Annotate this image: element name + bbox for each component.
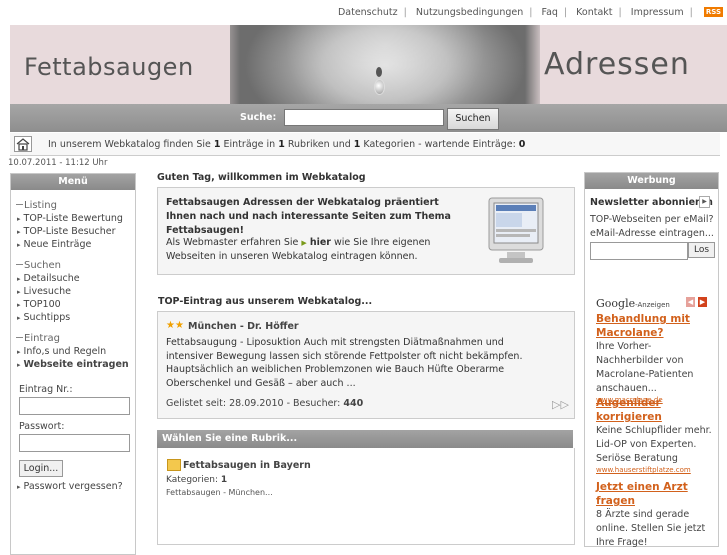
more-icon[interactable]: ▷▷ [552, 398, 569, 411]
ads-next-icon[interactable]: ▶ [698, 297, 707, 307]
search-input[interactable] [284, 109, 444, 126]
entry-nr-label: Eintrag Nr.: [19, 384, 73, 395]
werbung-header: Werbung [585, 173, 718, 189]
top-entry-meta: Gelistet seit: 28.09.2010 - Besucher: 44… [166, 398, 364, 409]
entry-nr-input[interactable] [19, 397, 130, 415]
site-title-left: Fettabsaugen [24, 53, 194, 81]
rubrik-header: Wählen Sie eine Rubrik... [157, 430, 573, 448]
info-bar: In unserem Webkatalog finden Sie 1 Eintr… [10, 133, 720, 156]
login-button[interactable]: Login... [19, 460, 63, 477]
greeting: Guten Tag, willkommen im Webkatalog [157, 172, 366, 183]
menu-item-top-besucher[interactable]: ▸ TOP-Liste Besucher [17, 226, 135, 237]
rating-stars: ★★ [166, 320, 184, 331]
menu-item-detailsuche[interactable]: ▸ Detailsuche [17, 273, 135, 284]
menu-group-suchen: Suchen [16, 260, 135, 271]
rubrik-subcategory[interactable]: Fettabsaugen - München... [166, 488, 273, 497]
home-icon[interactable] [14, 136, 32, 152]
rubrik-categories: Kategorien: 1 [166, 475, 228, 485]
menu-item-webseite-eintragen[interactable]: ▸ Webseite eintragen [17, 359, 135, 370]
ad-desc: Ihre Vorher-Nachherbilder von Macrolane-… [596, 341, 694, 394]
menu-header: Menü [11, 174, 135, 190]
ad-title[interactable]: Augenlider korrigieren [596, 396, 713, 424]
link-faq[interactable]: Faq [541, 7, 557, 18]
ad-desc: 8 Ärzte sind gerade online. Stellen Sie … [596, 509, 706, 548]
ad-item: Jetzt einen Arzt fragen 8 Ärzte sind ger… [596, 480, 713, 550]
forgot-password-link[interactable]: ▸ Passwort vergessen? [17, 481, 135, 492]
menu-group-eintrag: Eintrag [16, 333, 135, 344]
site-title-right: Adressen [544, 47, 690, 82]
top-entry-description: Fettabsaugung - Liposuktion Auch mit str… [166, 337, 523, 389]
link-nutzungsbedingungen[interactable]: Nutzungsbedingungen [416, 7, 523, 18]
search-bar: Suche: Suchen [10, 104, 727, 132]
datetime: 10.07.2011 - 11:12 Uhr [8, 158, 108, 168]
arrow-icon: ▶ [301, 239, 307, 247]
menu-item-neue-eintraege[interactable]: ▸ Neue Einträge [17, 239, 135, 250]
top-links: Datenschutz | Nutzungsbedingungen | Faq | K… [337, 7, 723, 18]
link-kontakt[interactable]: Kontakt [576, 7, 612, 18]
ad-title[interactable]: Behandlung mit Macrolane? [596, 312, 713, 340]
newsletter-arrow-icon[interactable]: ▶ [699, 196, 710, 208]
folder-icon [167, 459, 181, 471]
password-input[interactable] [19, 434, 130, 452]
newsletter-submit-button[interactable]: Los [688, 242, 715, 258]
monitor-icon [488, 197, 544, 263]
intro-box: Fettabsaugen Adressen der Webkatalog prä… [157, 187, 575, 275]
ad-desc: Keine Schlupflider mehr. Lid-OP von Expe… [596, 425, 712, 464]
rubrik-box: Fettabsaugen in Bayern Kategorien: 1 Fet… [157, 448, 575, 545]
rss-icon[interactable]: RSS [703, 7, 723, 17]
intro-text: Als Webmaster erfahren Sie ▶ hier wie Si… [166, 237, 431, 262]
menu-group-listing: Listing [16, 200, 135, 211]
newsletter-email-input[interactable] [590, 242, 688, 260]
intro-link-hier[interactable]: hier [310, 237, 331, 248]
newsletter-text: TOP-Webseiten per eMail? eMail-Adresse e… [590, 214, 714, 239]
menu-item-infos-regeln[interactable]: ▸ Info,s und Regeln [17, 346, 135, 357]
catalog-stats: In unserem Webkatalog finden Sie 1 Eintr… [48, 139, 526, 150]
link-datenschutz[interactable]: Datenschutz [338, 7, 398, 18]
search-label: Suche: [240, 112, 277, 123]
password-label: Passwort: [19, 421, 65, 432]
left-menu: Menü Listing ▸ TOP-Liste Bewertung ▸ TOP-L… [10, 173, 136, 555]
menu-item-top100[interactable]: ▸ TOP100 [17, 299, 135, 310]
header-banner: Fettabsaugen Adressen [10, 25, 727, 104]
top-entry-title[interactable]: München - Dr. Höffer [188, 321, 299, 332]
menu-item-suchtipps[interactable]: ▸ Suchtipps [17, 312, 135, 323]
top-entry-box: ★★ München - Dr. Höffer Fettabsaugung - … [157, 311, 575, 419]
rubrik-link[interactable]: Fettabsaugen in Bayern [183, 460, 311, 471]
google-ads-label: Google-Anzeigen [596, 297, 670, 310]
ad-url[interactable]: www.hauserstiftplatze.com [596, 466, 713, 474]
right-sidebar: Werbung Newsletter abonnieren ▶ TOP-Webs… [584, 172, 719, 550]
ad-item: Augenlider korrigieren Keine Schlupflide… [596, 396, 713, 474]
menu-item-top-bewertung[interactable]: ▸ TOP-Liste Bewertung [17, 213, 135, 224]
ad-item: Behandlung mit Macrolane? Ihre Vorher-Na… [596, 312, 713, 404]
newsletter-title: Newsletter abonnieren [590, 197, 713, 208]
menu-item-livesuche[interactable]: ▸ Livesuche [17, 286, 135, 297]
ad-title[interactable]: Jetzt einen Arzt fragen [596, 480, 713, 508]
intro-heading: Fettabsaugen Adressen der Webkatalog prä… [166, 197, 451, 236]
search-button[interactable]: Suchen [447, 108, 499, 130]
top-entry-heading: TOP-Eintrag aus unserem Webkatalog... [158, 296, 373, 307]
link-impressum[interactable]: Impressum [631, 7, 684, 18]
ads-prev-icon[interactable]: ◀ [686, 297, 695, 307]
